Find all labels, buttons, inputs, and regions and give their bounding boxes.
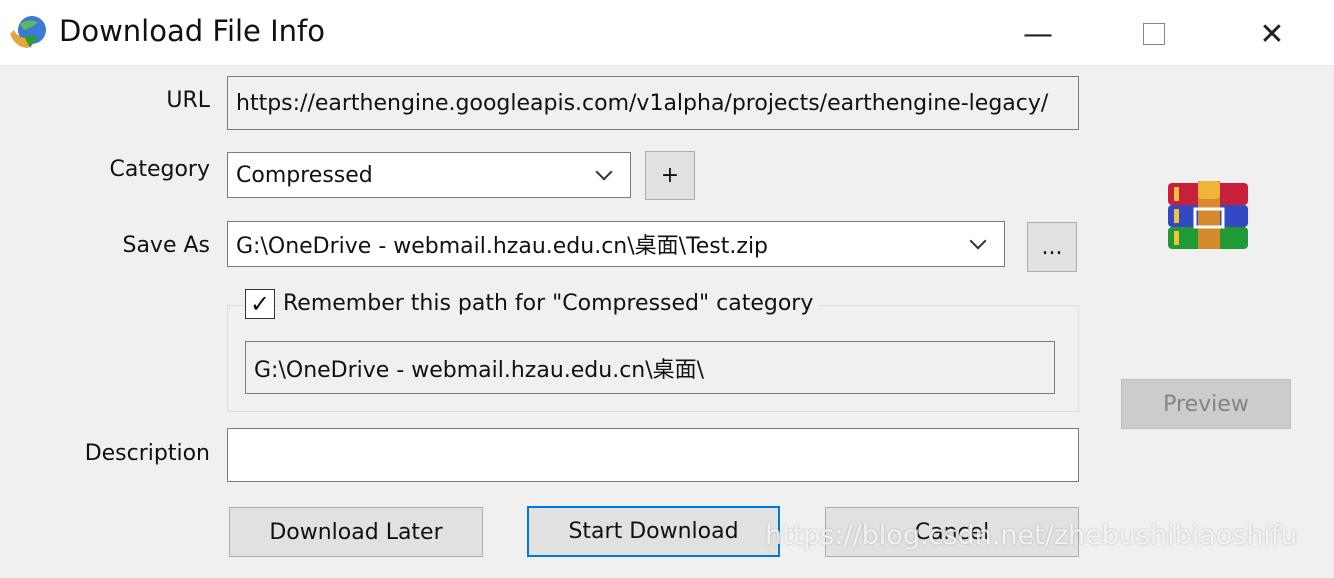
close-button[interactable]: ✕ <box>1252 14 1292 54</box>
download-later-button[interactable]: Download Later <box>229 507 483 557</box>
category-value: Compressed <box>236 162 373 188</box>
url-label: URL <box>166 88 210 113</box>
url-field[interactable]: https://earthengine.googleapis.com/v1alp… <box>227 76 1079 130</box>
category-select[interactable]: Compressed <box>227 152 631 198</box>
preview-button[interactable]: Preview <box>1121 379 1291 429</box>
idm-globe-icon <box>10 16 46 48</box>
maximize-button[interactable] <box>1134 14 1174 54</box>
saveas-value: G:\OneDrive - webmail.hzau.edu.cn\桌面\Tes… <box>236 234 769 259</box>
winrar-archive-icon <box>1168 181 1248 249</box>
chevron-down-icon <box>969 232 987 250</box>
saveas-select[interactable]: G:\OneDrive - webmail.hzau.edu.cn\桌面\Tes… <box>227 221 1005 267</box>
start-download-button[interactable]: Start Download <box>527 506 780 557</box>
category-label: Category <box>109 157 211 182</box>
remember-path-field[interactable]: G:\OneDrive - webmail.hzau.edu.cn\桌面\ <box>245 341 1055 394</box>
saveas-label: Save As <box>122 233 210 258</box>
description-label: Description <box>84 441 210 466</box>
minimize-button[interactable]: — <box>1018 14 1058 54</box>
add-category-button[interactable]: + <box>645 151 695 200</box>
remember-path-label[interactable]: Remember this path for "Compressed" cate… <box>279 291 818 316</box>
browse-button[interactable]: ... <box>1027 222 1077 272</box>
cancel-button[interactable]: Cancel <box>825 507 1079 557</box>
window-title: Download File Info <box>59 14 325 48</box>
remember-path-checkbox[interactable]: ✓ <box>245 289 275 319</box>
description-input[interactable] <box>227 428 1079 482</box>
chevron-down-icon <box>595 163 613 181</box>
